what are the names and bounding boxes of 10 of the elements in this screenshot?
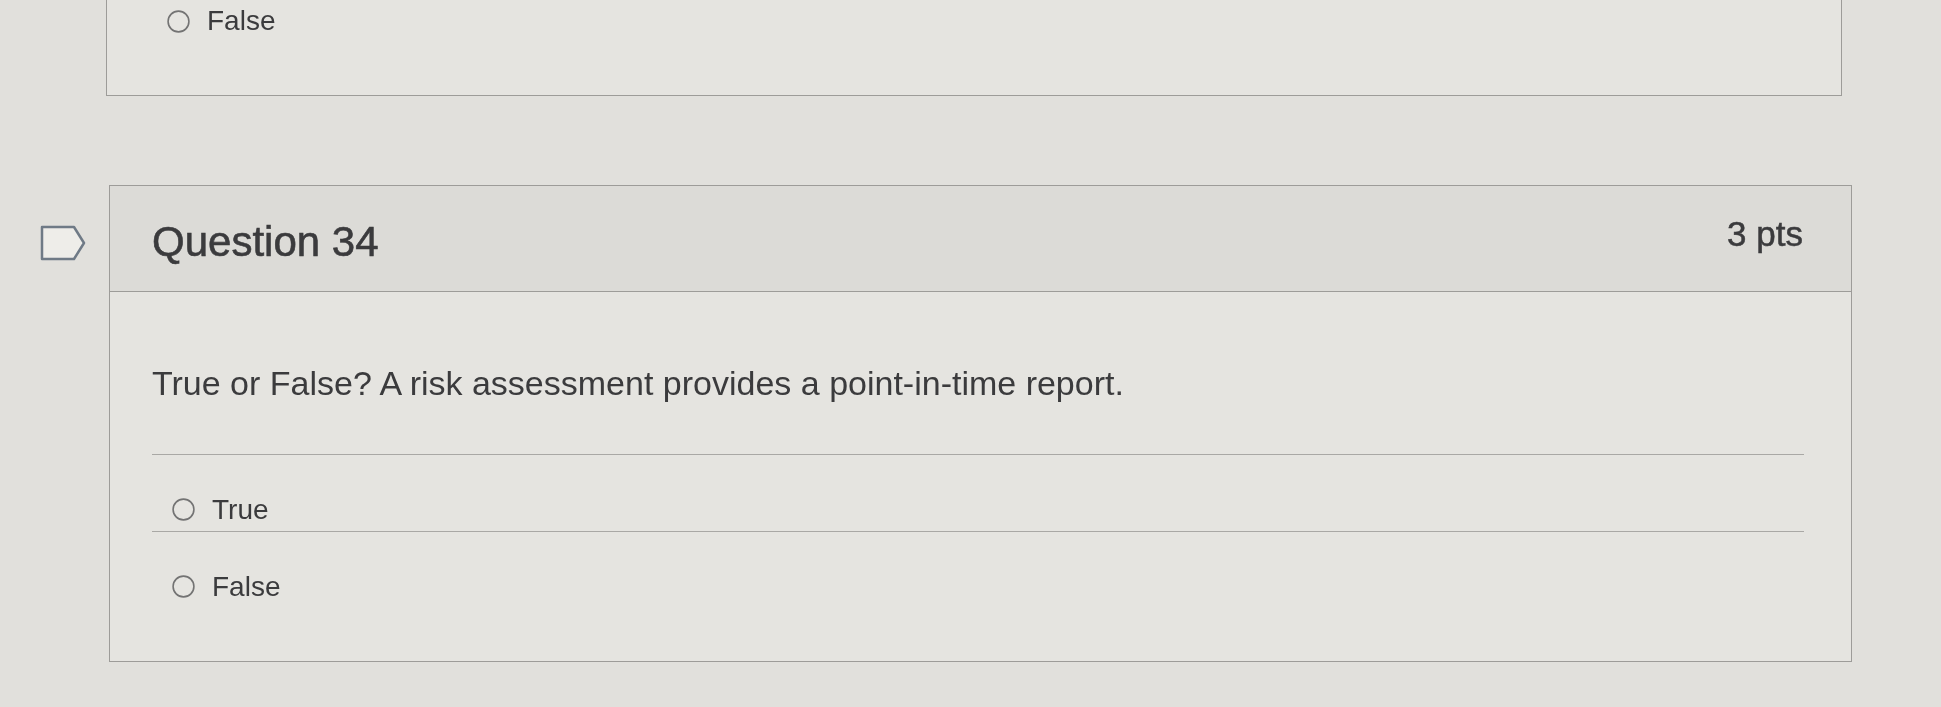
tag-icon[interactable]	[40, 225, 86, 261]
answer-text: False	[207, 4, 276, 38]
question-text: True or False? A risk assessment provides a point-in-time report.	[152, 363, 1125, 403]
answer-text: False	[212, 569, 281, 604]
radio-button[interactable]	[167, 9, 190, 33]
answer-text: True	[212, 492, 269, 527]
points-label: 3 pts	[1727, 214, 1803, 254]
question-title: Question 34	[152, 218, 379, 266]
radio-button[interactable]	[172, 498, 195, 521]
radio-button[interactable]	[172, 575, 195, 598]
